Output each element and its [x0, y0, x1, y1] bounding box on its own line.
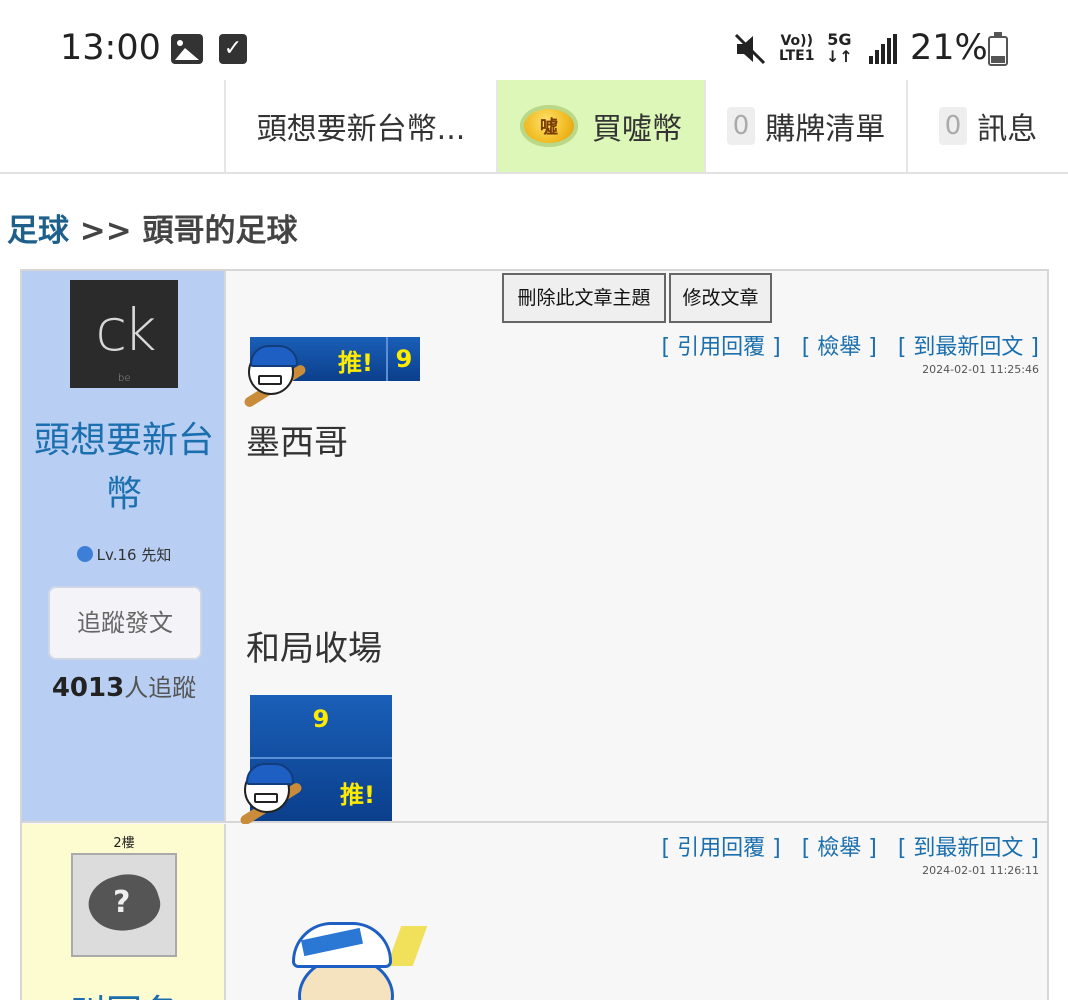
avatar-subtext: be — [118, 373, 131, 384]
post-content: [ 引用回覆 ] [ 檢舉 ] [ 到最新回文 ] 2024-02-01 11:… — [228, 824, 1047, 1000]
breadcrumb-separator: >> — [69, 213, 143, 249]
mascot-icon — [240, 341, 310, 409]
bottom-push-label: 推! — [340, 781, 375, 809]
author-name[interactable]: 頭想要新台幣 — [22, 414, 226, 522]
breadcrumb-topic: 頭哥的足球 — [142, 213, 298, 249]
post-text-line: 和局收場 — [246, 629, 382, 669]
top-nav: 頭想要新台幣... 噓 買噓幣 0 購牌清單 0 訊息 — [0, 80, 1068, 174]
author-panel: ck be 頭想要新台幣 Lv.16 先知 追蹤發文 4013人追蹤 — [22, 271, 226, 821]
author-name[interactable]: 叫回名 — [22, 984, 226, 1000]
nav-messages-label: 訊息 — [977, 112, 1038, 147]
author-level: Lv.16 先知 — [22, 544, 226, 565]
nav-cart[interactable]: 0 購牌清單 — [704, 80, 906, 172]
battery-icon — [988, 32, 1008, 66]
post-links: [ 引用回覆 ] [ 檢舉 ] [ 到最新回文 ] — [648, 329, 1039, 361]
edit-post-button[interactable]: 修改文章 — [669, 273, 772, 323]
mascot-icon — [236, 759, 306, 827]
battery-percent: 21% — [910, 28, 988, 68]
network-line2: ↓↑ — [826, 47, 853, 66]
push-label: 推! — [338, 349, 373, 377]
sticker-image — [268, 916, 428, 1000]
nav-messages[interactable]: 0 訊息 — [906, 80, 1068, 172]
quote-reply-link[interactable]: [ 引用回覆 ] — [662, 335, 781, 360]
quote-reply-link[interactable]: [ 引用回覆 ] — [662, 836, 781, 861]
delete-topic-button[interactable]: 刪除此文章主題 — [502, 273, 666, 323]
nav-cart-label: 購牌清單 — [765, 112, 886, 147]
follower-count: 4013人追蹤 — [22, 668, 226, 703]
breadcrumb: 足球 >> 頭哥的足球 — [7, 205, 298, 250]
follow-posts-button[interactable]: 追蹤發文 — [48, 586, 202, 660]
nav-user-menu[interactable]: 頭想要新台幣... — [224, 80, 496, 172]
status-time: 13:00 — [60, 28, 161, 68]
avatar[interactable]: ? — [71, 853, 177, 957]
network-line1: 5G — [827, 30, 852, 49]
report-link[interactable]: [ 檢舉 ] — [802, 335, 877, 360]
push-count: 9 — [386, 337, 420, 381]
latest-reply-link[interactable]: [ 到最新回文 ] — [898, 836, 1039, 861]
post-row: ck be 頭想要新台幣 Lv.16 先知 追蹤發文 4013人追蹤 刪除此文章… — [22, 271, 1047, 827]
image-icon — [171, 34, 203, 64]
signal-icon — [869, 34, 897, 64]
check-icon: ✓ — [219, 34, 247, 64]
report-link[interactable]: [ 檢舉 ] — [802, 836, 877, 861]
message-count-badge: 0 — [938, 107, 968, 145]
mute-icon — [734, 33, 766, 65]
post-table: ck be 頭想要新台幣 Lv.16 先知 追蹤發文 4013人追蹤 刪除此文章… — [20, 269, 1049, 1000]
bottom-push-count: 9 — [312, 705, 330, 733]
author-level-text: Lv.16 先知 — [96, 546, 172, 564]
status-bar: 13:00 ✓ Vo)) LTE1 5G ↓↑ 21% — [0, 0, 1068, 80]
bottom-push-button[interactable]: 9 推! — [238, 695, 392, 827]
post-row: 2樓 ? 叫回名 [ 引用回覆 ] [ 檢舉 ] [ 到最新回文 ] 2024-… — [22, 824, 1047, 1000]
coin-icon: 噓 — [520, 105, 578, 147]
volte-icon: Vo)) LTE1 — [779, 34, 814, 64]
avatar-text: ck — [95, 296, 157, 364]
post-text-line: 墨西哥 — [246, 423, 348, 463]
post-links: [ 引用回覆 ] [ 檢舉 ] [ 到最新回文 ] — [648, 830, 1039, 862]
nav-buy-coin[interactable]: 噓 買噓幣 — [496, 80, 704, 172]
post-timestamp: 2024-02-01 11:26:11 — [922, 864, 1039, 877]
post-content: 刪除此文章主題 修改文章 [ 引用回覆 ] [ 檢舉 ] [ 到最新回文 ] 2… — [228, 271, 1047, 827]
level-icon — [76, 546, 93, 562]
breadcrumb-section-link[interactable]: 足球 — [7, 213, 69, 249]
volte-line2: LTE1 — [779, 48, 815, 64]
avatar-text: ? — [113, 885, 131, 920]
nav-user-label: 頭想要新台幣... — [256, 112, 466, 147]
5g-icon: 5G ↓↑ — [826, 31, 853, 65]
nav-buy-coin-label: 買噓幣 — [592, 112, 682, 147]
latest-reply-link[interactable]: [ 到最新回文 ] — [898, 335, 1039, 360]
avatar[interactable]: ck be — [70, 280, 178, 388]
post-timestamp: 2024-02-01 11:25:46 — [922, 363, 1039, 376]
push-button[interactable]: 推! 9 — [240, 333, 422, 409]
volte-line1: Vo)) — [780, 33, 813, 49]
cart-count-badge: 0 — [726, 107, 756, 145]
author-panel: 2樓 ? 叫回名 — [22, 824, 226, 1000]
coin-icon-text: 噓 — [540, 117, 558, 138]
follower-suffix: 人追蹤 — [124, 674, 197, 702]
follower-number: 4013 — [51, 673, 125, 703]
floor-label: 2樓 — [113, 836, 135, 851]
